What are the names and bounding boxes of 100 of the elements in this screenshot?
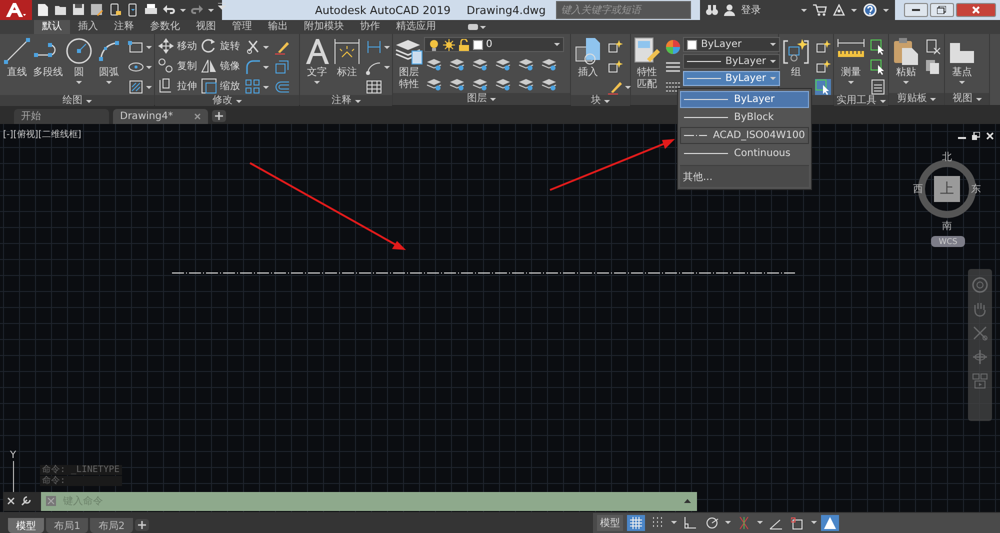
caret-icon[interactable]	[604, 100, 610, 102]
layer-tool-button[interactable]	[426, 76, 442, 92]
triangle-network-icon[interactable]	[832, 4, 845, 16]
layout-tab[interactable]: 布局2	[90, 518, 133, 533]
layer-tool-button[interactable]	[449, 56, 465, 72]
measure-button[interactable]: 测量	[837, 37, 865, 84]
new-tab-button[interactable]	[212, 110, 226, 122]
fillet-button[interactable]	[245, 59, 269, 75]
close-icon[interactable]	[7, 497, 15, 506]
erase-button[interactable]	[274, 39, 290, 55]
file-tab[interactable]: Drawing4*	[113, 108, 208, 124]
cart-icon[interactable]	[812, 4, 827, 16]
annotation-scale-toggle[interactable]	[821, 514, 839, 530]
insert-button[interactable]: 插入	[574, 37, 602, 79]
ribbon-tab[interactable]: 参数化	[142, 20, 188, 34]
ribbon-tab[interactable]: 插入	[70, 20, 106, 34]
cut-button[interactable]	[925, 39, 941, 55]
help-icon[interactable]	[862, 3, 877, 17]
scale-button[interactable]: 缩放	[201, 77, 240, 94]
layer-tool-button[interactable]	[541, 56, 557, 72]
layer-tool-button[interactable]	[518, 56, 534, 72]
ribbon-tab[interactable]: 精选应用	[388, 20, 444, 34]
rectangle-button[interactable]	[128, 39, 152, 55]
attribute-button[interactable]	[607, 79, 631, 95]
caret-icon[interactable]	[882, 8, 889, 12]
layer-tool-button[interactable]	[541, 76, 557, 92]
line-dropdown[interactable]: ByLayer	[683, 71, 780, 86]
base-point-button[interactable]: 基点	[948, 37, 976, 84]
restore-icon[interactable]	[972, 132, 980, 140]
file-tab[interactable]: 开始	[14, 108, 109, 124]
match-properties-button[interactable]: 特性匹配	[634, 37, 660, 91]
panel-title[interactable]: 块	[591, 95, 601, 107]
copy-clip-button[interactable]	[925, 59, 941, 75]
group-edit-button[interactable]	[815, 59, 831, 75]
panel-title[interactable]: 视图	[952, 93, 972, 105]
layer-tool-button[interactable]	[495, 56, 511, 72]
caret-icon[interactable]	[930, 98, 936, 100]
layout-tab[interactable]: 布局1	[46, 518, 88, 533]
line-button[interactable]: 直线	[3, 37, 31, 79]
login-link[interactable]: 登录	[740, 3, 761, 17]
save-icon[interactable]	[72, 3, 86, 17]
rotate-button[interactable]: 旋转	[201, 37, 240, 54]
caret-icon[interactable]	[490, 98, 496, 100]
caret-icon[interactable]	[236, 100, 242, 102]
layer-tool-button[interactable]	[426, 56, 442, 72]
caret-icon[interactable]	[800, 8, 807, 12]
group-button[interactable]: 组	[782, 37, 810, 79]
panel-title[interactable]: 实用工具	[836, 95, 876, 107]
caret-up-icon[interactable]	[684, 499, 691, 504]
stretch-button[interactable]: 拉伸	[158, 77, 197, 94]
layer-properties-button[interactable]: 图层特性	[396, 37, 422, 91]
caret-icon[interactable]	[725, 521, 731, 524]
mirror-button[interactable]: 镜像	[201, 57, 240, 74]
maximize-button[interactable]	[930, 3, 954, 17]
grid-toggle[interactable]	[627, 514, 645, 530]
undo-icon[interactable]	[162, 3, 176, 17]
ribbon-tab[interactable]: 视图	[188, 20, 224, 34]
caret-icon[interactable]	[880, 100, 886, 102]
device-icon[interactable]	[108, 3, 122, 17]
layer-dropdown[interactable]: 0	[424, 37, 564, 52]
open-folder-icon[interactable]	[54, 3, 68, 17]
save-as-icon[interactable]	[90, 3, 104, 17]
color-wheel-button[interactable]	[665, 39, 681, 55]
print-icon[interactable]	[144, 3, 158, 17]
toggle-panel-icon[interactable]	[468, 23, 486, 31]
trim-button[interactable]	[245, 39, 269, 55]
caret-icon[interactable]	[86, 100, 92, 102]
panel-title[interactable]: 绘图	[62, 95, 82, 107]
ribbon-tab[interactable]: 协作	[352, 20, 388, 34]
viewport-label[interactable]: [-][俯视][二维线框]	[3, 130, 82, 140]
new-layout-button[interactable]	[134, 519, 149, 531]
ribbon-tab[interactable]: 管理	[224, 20, 260, 34]
array-button[interactable]	[245, 79, 269, 95]
panel-title[interactable]: 剪贴板	[897, 93, 927, 105]
application-menu-button[interactable]	[0, 0, 32, 20]
caret-icon[interactable]	[208, 8, 214, 12]
layer-tool-button[interactable]	[518, 76, 534, 92]
binoculars-icon[interactable]	[706, 4, 718, 16]
caret-icon[interactable]	[976, 98, 982, 100]
caret-icon[interactable]	[757, 521, 763, 524]
wrench-icon[interactable]	[21, 496, 31, 506]
ungroup-button[interactable]	[815, 39, 831, 55]
caret-icon[interactable]	[850, 8, 857, 12]
color-dropdown[interactable]: ByLayer	[683, 37, 780, 52]
caret-icon[interactable]	[811, 521, 817, 524]
logo-icon[interactable]	[4, 2, 26, 18]
caret-icon[interactable]	[180, 8, 186, 12]
caret-icon[interactable]	[354, 100, 360, 102]
arc-button[interactable]: 圆弧	[95, 37, 123, 84]
layout-tab[interactable]: 模型	[8, 518, 44, 533]
close-button[interactable]	[956, 3, 996, 17]
line-dropdown[interactable]: ByLayer	[683, 54, 780, 69]
layer-tool-button[interactable]	[472, 56, 488, 72]
circle-button[interactable]: 圆	[65, 37, 93, 84]
offset-button[interactable]	[274, 79, 290, 95]
ribbon-tab[interactable]: 附加模块	[296, 20, 352, 34]
linear-dimension-button[interactable]	[366, 39, 390, 55]
paste-button[interactable]: 粘贴	[892, 37, 920, 84]
hatch-button[interactable]	[128, 79, 152, 95]
redo-icon[interactable]	[190, 3, 204, 17]
